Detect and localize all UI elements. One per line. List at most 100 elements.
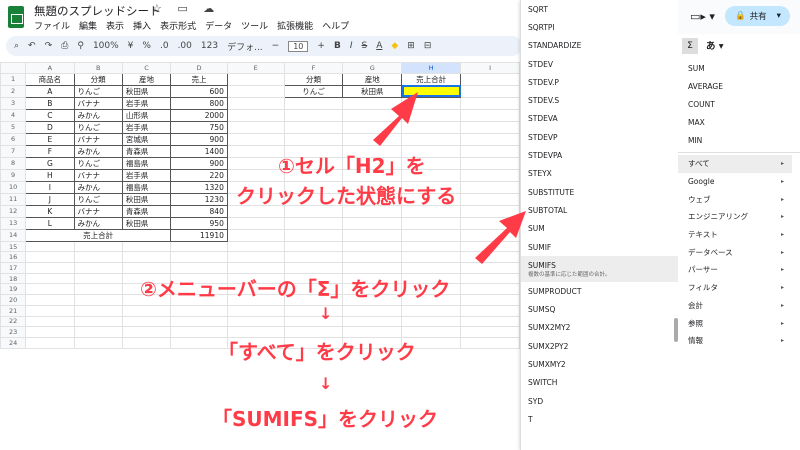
cell[interactable] <box>460 228 520 242</box>
cell[interactable] <box>226 144 285 158</box>
cell[interactable] <box>460 108 520 122</box>
cell[interactable]: 600 <box>170 84 228 98</box>
cell[interactable] <box>226 216 285 230</box>
cell[interactable] <box>226 108 285 122</box>
more-formats-button[interactable]: 123 <box>201 41 218 51</box>
category-item[interactable]: 会計 ▸ <box>678 297 792 315</box>
cell[interactable] <box>25 251 75 264</box>
cell[interactable] <box>401 132 462 146</box>
cell[interactable]: E <box>25 132 75 146</box>
cell[interactable] <box>25 240 75 253</box>
quick-function-item[interactable]: AVERAGE <box>688 78 723 96</box>
cell[interactable] <box>460 180 520 194</box>
cell[interactable] <box>460 315 520 328</box>
row-header[interactable]: 14 <box>0 228 27 242</box>
cell[interactable]: 青森県 <box>121 144 172 158</box>
column-header[interactable]: A <box>25 62 75 74</box>
cell[interactable] <box>401 108 462 122</box>
cell[interactable]: 11910 <box>170 228 228 242</box>
text-color-button[interactable]: A <box>376 41 382 51</box>
row-header[interactable]: 15 <box>0 240 27 253</box>
menu-item[interactable]: 表示 <box>106 19 124 32</box>
quick-function-item[interactable]: COUNT <box>688 96 723 114</box>
row-header[interactable]: 23 <box>0 326 27 338</box>
cell[interactable] <box>283 108 344 122</box>
cell[interactable] <box>25 283 75 296</box>
cell[interactable] <box>342 251 403 264</box>
increase-decimal-button[interactable]: .00 <box>178 41 192 51</box>
cell[interactable]: りんご <box>73 156 123 170</box>
cell[interactable] <box>73 336 123 349</box>
cell[interactable]: L <box>25 216 75 230</box>
cell[interactable]: みかん <box>73 144 123 158</box>
cell[interactable] <box>283 262 344 274</box>
cell[interactable]: 宮城県 <box>121 132 172 146</box>
cell[interactable]: 分類 <box>73 72 123 86</box>
cell[interactable]: 売上合計 <box>25 228 172 242</box>
cell[interactable]: 1230 <box>170 192 228 206</box>
cell[interactable] <box>226 304 285 317</box>
row-header[interactable]: 20 <box>0 294 27 306</box>
cell[interactable]: 岩手県 <box>121 120 172 134</box>
cell[interactable] <box>25 304 75 317</box>
cell[interactable] <box>121 315 172 328</box>
cell[interactable] <box>460 283 520 296</box>
paint-format-icon[interactable]: ⚲ <box>77 41 84 51</box>
function-item-sumproduct[interactable]: SUMPRODUCT <box>521 282 678 300</box>
cell[interactable]: H <box>25 168 75 182</box>
cell[interactable]: 840 <box>170 204 228 218</box>
function-item-switch[interactable]: SWITCH <box>521 374 678 392</box>
cell[interactable] <box>283 304 344 317</box>
cell[interactable] <box>342 262 403 274</box>
cell[interactable] <box>342 120 403 134</box>
star-icon[interactable]: ☆ <box>152 2 168 15</box>
cell[interactable]: 山形県 <box>121 108 172 122</box>
cell[interactable] <box>460 251 520 264</box>
font-size-decrease-button[interactable]: − <box>272 41 280 51</box>
quick-function-item[interactable]: SUM <box>688 60 723 78</box>
row-header[interactable]: 22 <box>0 315 27 328</box>
cell[interactable]: 福島県 <box>121 180 172 194</box>
cell[interactable] <box>73 294 123 306</box>
cell[interactable] <box>460 204 520 218</box>
share-dropdown-icon[interactable]: ▾ <box>777 11 781 21</box>
functions-sigma-button[interactable]: Σ <box>682 38 698 54</box>
cell[interactable] <box>460 144 520 158</box>
menu-item[interactable]: データ <box>205 19 232 32</box>
currency-format-button[interactable]: ¥ <box>128 41 134 51</box>
cloud-icon[interactable]: ☁ <box>203 2 220 15</box>
row-header[interactable]: 7 <box>0 144 27 158</box>
row-header[interactable]: 17 <box>0 262 27 274</box>
borders-button[interactable]: ⊞ <box>407 41 415 51</box>
cell[interactable] <box>73 315 123 328</box>
column-header[interactable]: F <box>283 62 344 74</box>
cell[interactable]: G <box>25 156 75 170</box>
cell[interactable]: みかん <box>73 108 123 122</box>
cell[interactable]: 秋田県 <box>121 216 172 230</box>
cell[interactable]: 福島県 <box>121 156 172 170</box>
function-item-t[interactable]: T <box>521 410 678 428</box>
cell[interactable]: 売上 <box>170 72 228 86</box>
cell[interactable]: B <box>25 96 75 110</box>
column-header[interactable]: G <box>342 62 403 74</box>
input-tools-button[interactable]: あ ▾ <box>706 38 724 52</box>
cell[interactable] <box>342 108 403 122</box>
cell[interactable] <box>170 304 228 317</box>
column-header[interactable]: H <box>401 62 462 74</box>
cell[interactable] <box>342 132 403 146</box>
column-header[interactable]: E <box>226 62 285 74</box>
cell[interactable]: I <box>25 180 75 194</box>
menu-item[interactable]: 表示形式 <box>160 19 196 32</box>
quick-function-item[interactable]: MIN <box>688 132 723 150</box>
cell[interactable] <box>73 240 123 253</box>
function-item-stdeva[interactable]: STDEVA <box>521 110 678 128</box>
function-item-sumxmy2[interactable]: SUMXMY2 <box>521 355 678 373</box>
row-header[interactable]: 3 <box>0 96 27 110</box>
cell[interactable]: A <box>25 84 75 98</box>
cell[interactable] <box>460 96 520 110</box>
cell[interactable] <box>460 272 520 285</box>
cell[interactable] <box>226 72 285 86</box>
cell[interactable] <box>283 251 344 264</box>
cell[interactable] <box>401 96 462 110</box>
category-item[interactable]: パーサー ▸ <box>678 261 792 279</box>
